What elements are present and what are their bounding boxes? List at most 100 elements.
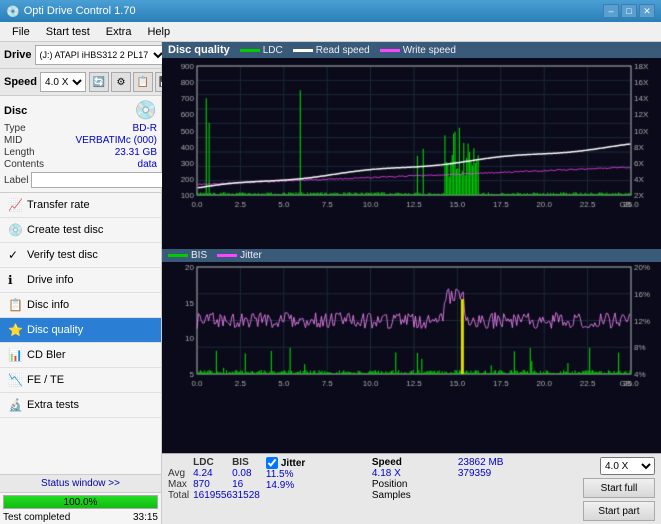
copy-button[interactable]: 📋 bbox=[133, 72, 153, 92]
disc-length-label: Length bbox=[4, 147, 35, 158]
disc-quality-icon: ⭐ bbox=[8, 323, 22, 337]
menu-start-test[interactable]: Start test bbox=[38, 24, 98, 40]
bis-color-swatch bbox=[168, 254, 188, 257]
samples-label: Samples bbox=[372, 490, 411, 501]
verify-test-disc-icon: ✓ bbox=[8, 248, 22, 262]
sidebar-item-disc-quality[interactable]: ⭐ Disc quality bbox=[0, 318, 161, 343]
jitter-header-label: Jitter bbox=[281, 458, 305, 469]
sidebar: Drive (J:) ATAPI iHBS312 2 PL17 ⏏ Speed … bbox=[0, 42, 162, 524]
disc-mid-value: VERBATIMc (000) bbox=[76, 135, 158, 146]
avg-label: Avg bbox=[168, 468, 193, 479]
refresh-button[interactable]: 🔄 bbox=[89, 72, 109, 92]
progress-bar: 100.0% bbox=[3, 495, 158, 509]
status-window-button[interactable]: Status window >> bbox=[0, 475, 161, 493]
jitter-section: Jitter 11.5% 14.9% bbox=[266, 457, 366, 491]
legend-ldc-label: LDC bbox=[263, 45, 283, 56]
speed-select[interactable]: 4.0 X bbox=[40, 72, 86, 92]
sidebar-item-extra-tests[interactable]: 🔬 Extra tests bbox=[0, 393, 161, 418]
drive-label: Drive bbox=[4, 49, 32, 61]
stats-table: LDC BIS Avg 4.24 0.08 Max 870 16 Total bbox=[168, 457, 260, 501]
main-layout: Drive (J:) ATAPI iHBS312 2 PL17 ⏏ Speed … bbox=[0, 42, 661, 524]
menubar: File Start test Extra Help bbox=[0, 22, 661, 42]
max-jitter-value: 14.9% bbox=[266, 480, 366, 491]
sidebar-item-fe-te[interactable]: 📉 FE / TE bbox=[0, 368, 161, 393]
menu-file[interactable]: File bbox=[4, 24, 38, 40]
menu-extra[interactable]: Extra bbox=[98, 24, 140, 40]
write-speed-color-swatch bbox=[380, 49, 400, 52]
transfer-rate-icon: 📈 bbox=[8, 198, 22, 212]
app-icon: 💿 bbox=[6, 5, 20, 18]
sidebar-item-disc-info[interactable]: 📋 Disc info bbox=[0, 293, 161, 318]
pos-samples-values: 23862 MB 379359 bbox=[458, 457, 528, 479]
lower-chart-canvas bbox=[162, 262, 661, 392]
sidebar-item-label: Create test disc bbox=[27, 224, 103, 236]
progress-text: 100.0% bbox=[4, 496, 157, 510]
drive-select[interactable]: (J:) ATAPI iHBS312 2 PL17 bbox=[35, 45, 167, 65]
col-ldc-header: LDC bbox=[193, 457, 232, 468]
disc-info-icon: 📋 bbox=[8, 298, 22, 312]
create-test-disc-icon: 💿 bbox=[8, 223, 22, 237]
legend-ldc: LDC bbox=[240, 45, 283, 56]
sidebar-item-drive-info[interactable]: ℹ Drive info bbox=[0, 268, 161, 293]
status-bar: Status window >> 100.0% Test completed 3… bbox=[0, 474, 161, 524]
jitter-checkbox[interactable] bbox=[266, 457, 278, 469]
col-bis-header: BIS bbox=[232, 457, 260, 468]
avg-speed-value: 4.18 X bbox=[372, 468, 452, 479]
total-ldc-value: 1619556 bbox=[193, 490, 232, 501]
position-row: Position bbox=[372, 479, 452, 490]
speed-section: Speed 4.18 X Position Samples bbox=[372, 457, 452, 501]
sidebar-item-label: Transfer rate bbox=[27, 199, 90, 211]
sidebar-item-transfer-rate[interactable]: 📈 Transfer rate bbox=[0, 193, 161, 218]
close-button[interactable]: ✕ bbox=[639, 4, 655, 18]
total-label: Total bbox=[168, 490, 193, 501]
minimize-button[interactable]: – bbox=[603, 4, 619, 18]
avg-bis-value: 0.08 bbox=[232, 468, 260, 479]
sidebar-item-label: Disc quality bbox=[27, 324, 83, 336]
ldc-color-swatch bbox=[240, 49, 260, 52]
cd-bler-icon: 📊 bbox=[8, 348, 22, 362]
legend-jitter-label: Jitter bbox=[240, 250, 262, 261]
start-full-button[interactable]: Start full bbox=[583, 478, 655, 498]
status-time: 33:15 bbox=[133, 512, 158, 523]
sidebar-item-label: Drive info bbox=[27, 274, 73, 286]
upper-chart-container bbox=[162, 58, 661, 249]
avg-jitter-value: 11.5% bbox=[266, 469, 366, 480]
read-speed-color-swatch bbox=[293, 49, 313, 52]
speed-dropdown-row: 4.0 X bbox=[600, 457, 655, 475]
sidebar-item-verify-test-disc[interactable]: ✓ Verify test disc bbox=[0, 243, 161, 268]
disc-length-row: Length 23.31 GB bbox=[4, 147, 157, 158]
drive-info-icon: ℹ bbox=[8, 273, 22, 287]
max-ldc-value: 870 bbox=[193, 479, 232, 490]
menu-help[interactable]: Help bbox=[139, 24, 178, 40]
settings-button[interactable]: ⚙ bbox=[111, 72, 131, 92]
disc-length-value: 23.31 GB bbox=[115, 147, 157, 158]
total-samples-value: 379359 bbox=[458, 468, 528, 479]
avg-ldc-value: 4.24 bbox=[193, 468, 232, 479]
disc-label-input[interactable] bbox=[31, 172, 169, 188]
lower-chart-container bbox=[162, 262, 661, 453]
upper-chart-canvas bbox=[162, 58, 661, 213]
stats-content: LDC BIS Avg 4.24 0.08 Max 870 16 Total bbox=[168, 457, 655, 521]
maximize-button[interactable]: □ bbox=[621, 4, 637, 18]
window-controls: – □ ✕ bbox=[603, 4, 655, 18]
lower-chart-header: BIS Jitter bbox=[162, 249, 661, 262]
sidebar-item-create-test-disc[interactable]: 💿 Create test disc bbox=[0, 218, 161, 243]
drive-toolbar: Drive (J:) ATAPI iHBS312 2 PL17 ⏏ bbox=[0, 42, 161, 69]
speed-label: Speed bbox=[4, 76, 37, 88]
legend-read-speed-label: Read speed bbox=[316, 45, 370, 56]
stats-panel: LDC BIS Avg 4.24 0.08 Max 870 16 Total bbox=[162, 453, 661, 524]
legend-bis: BIS bbox=[168, 250, 207, 261]
disc-label-row: Label 🔍 bbox=[4, 172, 157, 188]
samples-row: Samples bbox=[372, 490, 452, 501]
position-label: Position bbox=[372, 479, 408, 490]
legend-bis-label: BIS bbox=[191, 250, 207, 261]
sidebar-item-cd-bler[interactable]: 📊 CD Bler bbox=[0, 343, 161, 368]
speed-dropdown-right[interactable]: 4.0 X bbox=[600, 457, 655, 475]
sidebar-item-label: CD Bler bbox=[27, 349, 66, 361]
nav-menu: 📈 Transfer rate 💿 Create test disc ✓ Ver… bbox=[0, 193, 161, 418]
sidebar-item-label: Disc info bbox=[27, 299, 69, 311]
chart-title: Disc quality bbox=[168, 44, 230, 56]
total-bis-value: 31528 bbox=[232, 490, 260, 501]
legend-write-speed: Write speed bbox=[380, 45, 456, 56]
start-part-button[interactable]: Start part bbox=[583, 501, 655, 521]
